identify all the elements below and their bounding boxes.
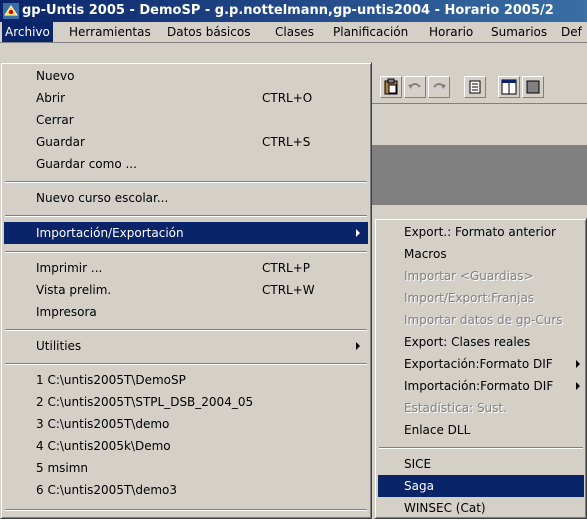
submenu-item-estadistica-sust: Estadística: Sust. — [404, 401, 507, 415]
list-button[interactable] — [464, 76, 486, 98]
menu-separator — [5, 215, 367, 217]
menu-clases[interactable]: Clases — [272, 22, 317, 42]
submenu-item-enlace-dll[interactable]: Enlace DLL — [378, 419, 584, 441]
menu-item-guardar[interactable]: Guardar CTRL+S — [4, 131, 368, 153]
menu-item-utilities[interactable]: Utilities — [4, 335, 368, 357]
submenu-item-importacion-formato-dif[interactable]: Importación:Formato DIF — [378, 375, 584, 397]
menu-item-cerrar[interactable]: Cerrar — [4, 109, 368, 131]
shortcut-imprimir: CTRL+P — [262, 261, 311, 275]
submenu-arrow-icon — [576, 382, 580, 390]
menu-separator — [379, 447, 583, 449]
submenu-arrow-icon — [576, 360, 580, 368]
toolbar — [370, 72, 587, 102]
menu-item-impresora[interactable]: Impresora — [4, 301, 368, 323]
menu-sumarios[interactable]: Sumarios — [488, 22, 550, 42]
submenu-item-importar-datos-gp-curs: Importar datos de gp-Curs — [404, 313, 563, 327]
recent-file-item[interactable]: 2 C:\untis2005T\STPL_DSB_2004_05 — [4, 391, 368, 413]
recent-file-item[interactable]: 6 C:\untis2005T\demo3 — [4, 479, 368, 501]
shortcut-vista-prelim: CTRL+W — [262, 283, 315, 297]
submenu-arrow-icon — [356, 342, 360, 350]
recent-file-item[interactable]: 3 C:\untis2005T\demo — [4, 413, 368, 435]
window-icon — [526, 80, 540, 94]
menu-horario[interactable]: Horario — [426, 22, 476, 42]
menu-separator — [5, 181, 367, 183]
menu-separator — [5, 509, 367, 511]
recent-file-item[interactable]: 5 msimn — [4, 457, 368, 479]
submenu-item-export-clases-reales[interactable]: Export: Clases reales — [378, 331, 584, 353]
list-icon — [469, 80, 481, 94]
menu-item-importacion-exportacion[interactable]: Importación/Exportación — [4, 222, 368, 244]
archivo-menu: Nuevo Abrir CTRL+O Cerrar Guardar CTRL+S… — [0, 62, 372, 519]
submenu-item-winsec-cat[interactable]: WINSEC (Cat) — [378, 497, 584, 519]
menu-separator — [5, 251, 367, 253]
shortcut-guardar: CTRL+S — [262, 135, 311, 149]
paste-button[interactable] — [380, 76, 402, 98]
window-title: gp-Untis 2005 - DemoSP - g.p.nottelmann,… — [22, 3, 554, 18]
menu-archivo[interactable]: Archivo — [2, 22, 53, 42]
submenu-item-sice[interactable]: SICE — [378, 453, 584, 475]
recent-file-item[interactable]: 1 C:\untis2005T\DemoSP — [4, 369, 368, 391]
toolbar-divider — [370, 103, 587, 104]
window-button[interactable] — [522, 76, 544, 98]
menu-item-nuevo[interactable]: Nuevo — [4, 65, 368, 87]
menu-planificacion[interactable]: Planificación — [330, 22, 411, 42]
importacion-exportacion-submenu: Export.: Formato anterior Macros Importa… — [374, 218, 587, 519]
menu-separator — [5, 363, 367, 365]
menu-item-guardar-como[interactable]: Guardar como ... — [4, 153, 368, 175]
submenu-item-exportacion-formato-dif[interactable]: Exportación:Formato DIF — [378, 353, 584, 375]
menu-item-imprimir[interactable]: Imprimir ... CTRL+P — [4, 257, 368, 279]
menu-def[interactable]: Def — [558, 22, 585, 42]
menu-separator — [5, 329, 367, 331]
shortcut-abrir: CTRL+O — [262, 91, 313, 105]
redo-button[interactable] — [428, 76, 450, 98]
title-bar[interactable]: gp-Untis 2005 - DemoSP - g.p.nottelmann,… — [0, 0, 587, 22]
recent-file-item[interactable]: 4 C:\untis2005k\Demo — [4, 435, 368, 457]
app-logo-icon — [3, 3, 19, 19]
menu-bar: Archivo Herramientas Datos básicos Clase… — [0, 22, 587, 43]
undo-icon — [408, 83, 421, 89]
clipboard-icon — [384, 78, 398, 95]
window-layout-icon — [501, 79, 517, 95]
submenu-item-import-export-franjas: Import/Export:Franjas — [404, 291, 535, 305]
submenu-arrow-icon — [356, 229, 360, 237]
submenu-item-macros[interactable]: Macros — [378, 243, 584, 265]
submenu-item-export-formato-anterior[interactable]: Export.: Formato anterior — [378, 221, 584, 243]
menu-datos-basicos[interactable]: Datos básicos — [164, 22, 253, 42]
submenu-item-importar-guardias: Importar <Guardias> — [404, 269, 534, 283]
app-window: gp-Untis 2005 - DemoSP - g.p.nottelmann,… — [0, 0, 587, 519]
undo-button[interactable] — [404, 76, 426, 98]
workspace-area — [370, 145, 587, 205]
redo-icon — [433, 83, 446, 89]
menu-item-vista-prelim[interactable]: Vista prelim. CTRL+W — [4, 279, 368, 301]
menu-herramientas[interactable]: Herramientas — [66, 22, 154, 42]
window-layout-button[interactable] — [498, 76, 520, 98]
submenu-item-saga[interactable]: Saga — [378, 475, 584, 497]
menu-item-nuevo-curso[interactable]: Nuevo curso escolar... — [4, 187, 368, 209]
menu-item-abrir[interactable]: Abrir CTRL+O — [4, 87, 368, 109]
